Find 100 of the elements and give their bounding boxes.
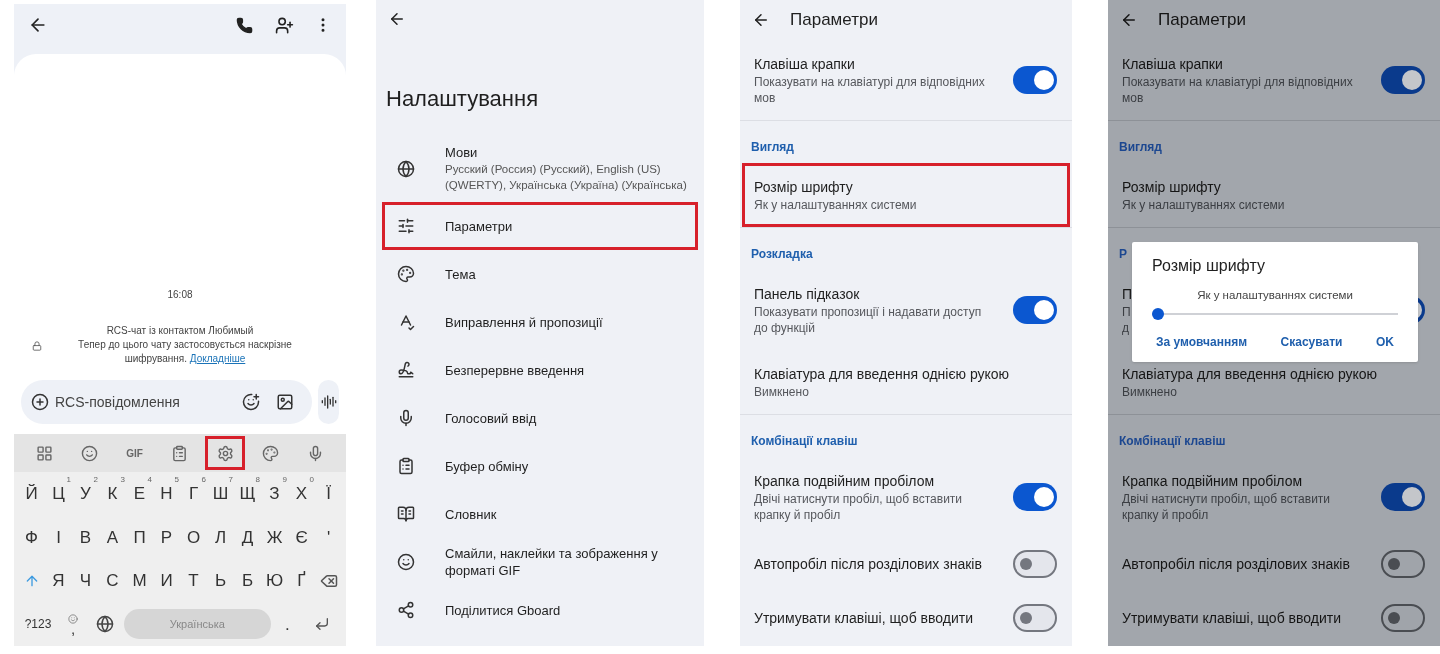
add-person-icon[interactable] <box>275 15 294 35</box>
symbols-key[interactable]: ?123 <box>18 602 58 646</box>
back-icon[interactable] <box>752 11 770 29</box>
settings-item[interactable]: Параметри <box>382 202 698 250</box>
key-hint: 4 <box>147 476 152 484</box>
key[interactable]: Г 6 <box>180 472 207 516</box>
key[interactable]: Д <box>234 515 261 559</box>
slider-thumb[interactable] <box>1152 308 1164 320</box>
toggle-switch[interactable] <box>1013 604 1057 632</box>
key[interactable]: Ф <box>18 515 45 559</box>
gif-button[interactable]: GIF <box>114 436 155 470</box>
settings-item[interactable]: Безперервне введення <box>382 346 698 394</box>
settings-row[interactable]: Клавіша крапки Показувати на клавіатурі для відповідних мов <box>742 40 1070 120</box>
key[interactable]: . <box>272 602 302 646</box>
key[interactable]: Ь <box>207 559 234 603</box>
toggle-switch[interactable] <box>1381 483 1425 511</box>
key[interactable]: Ї <box>315 472 342 516</box>
settings-item[interactable]: Смайли, наклейки та зображення у форматі GIF <box>382 538 698 586</box>
section-header: Комбінації клавіш <box>1119 433 1226 449</box>
back-icon[interactable] <box>388 10 406 28</box>
key[interactable]: Т <box>180 559 207 603</box>
item-description: Русский (Россия) (Русский), English (US) (QWERTY), Українська (Україна) (Українська) <box>445 162 688 193</box>
settings-row[interactable]: Крапка подвійним пробілом Двічі натиснути пробіл, щоб вставити крапку й пробіл <box>1110 457 1438 537</box>
settings-row[interactable]: Розмір шрифту Як у налаштуваннях системи <box>742 163 1070 227</box>
section-header: Р <box>1119 246 1127 262</box>
key[interactable]: Ж <box>261 515 288 559</box>
row-title: Автопробіл після розділових знаків <box>754 555 982 574</box>
settings-row[interactable]: Клавіатура для введення однією рукою Вимкнено <box>742 350 1070 414</box>
key[interactable]: Ґ <box>288 559 315 603</box>
key[interactable]: К 3 <box>99 472 126 516</box>
settings-item[interactable]: Буфер обміну <box>382 442 698 490</box>
key[interactable]: Ц 1 <box>45 472 72 516</box>
dialog-button[interactable]: За умовчанням <box>1152 328 1252 356</box>
settings-row[interactable]: Панель підказок Показувати пропозиції і надавати доступ до функцій <box>742 270 1070 350</box>
key[interactable]: Х 0 <box>288 472 315 516</box>
settings-item[interactable]: Словник <box>382 490 698 538</box>
toggle-switch[interactable] <box>1013 483 1057 511</box>
key[interactable]: Н 5 <box>153 472 180 516</box>
message-field[interactable]: RCS-повідомлення <box>55 391 236 413</box>
settings-row[interactable]: Утримувати клавіші, щоб вводити <box>1110 591 1438 645</box>
toggle-switch[interactable] <box>1381 550 1425 578</box>
settings-row[interactable]: Автопробіл після розділових знаків <box>742 537 1070 591</box>
settings-row[interactable]: Клавіша крапки Показувати на клавіатурі для відповідних мов <box>1110 40 1438 120</box>
key[interactable]: У 2 <box>72 472 99 516</box>
row-description: Показувати на клавіатурі для відповідних мов <box>1122 74 1354 106</box>
emoji-icon[interactable] <box>242 393 260 411</box>
toggle-switch[interactable] <box>1381 604 1425 632</box>
settings-row[interactable]: Утримувати клавіші, щоб вводити <box>742 591 1070 645</box>
key[interactable]: О <box>180 515 207 559</box>
key[interactable]: Є <box>288 515 315 559</box>
key[interactable]: Б <box>234 559 261 603</box>
key[interactable]: ' <box>315 515 342 559</box>
learn-more-link[interactable]: Докладніше <box>189 353 246 364</box>
voice-button[interactable] <box>318 380 339 424</box>
settings-row[interactable]: Крапка подвійним пробілом Двічі натиснути пробіл, щоб вставити крапку й пробіл <box>742 457 1070 537</box>
settings-item[interactable]: Поділитися Gboard <box>382 586 698 634</box>
toggle-switch[interactable] <box>1013 66 1057 94</box>
section-header: Вигляд <box>1119 139 1162 155</box>
emoji-icon <box>68 614 78 625</box>
settings-row[interactable]: Розмір шрифту Як у налаштуваннях системи <box>1110 163 1438 227</box>
compose-bar[interactable]: RCS-повідомлення <box>21 380 312 424</box>
sliders-icon <box>397 217 415 235</box>
back-icon[interactable] <box>1120 11 1138 29</box>
key[interactable]: Я <box>45 559 72 603</box>
key[interactable]: З 9 <box>261 472 288 516</box>
settings-item[interactable]: Тема <box>382 250 698 298</box>
toggle-switch[interactable] <box>1013 296 1057 324</box>
toggle-switch[interactable] <box>1381 66 1425 94</box>
settings-item[interactable]: Голосовий ввід <box>382 394 698 442</box>
key[interactable]: П <box>126 515 153 559</box>
key[interactable]: Л <box>207 515 234 559</box>
dialog-button[interactable]: OK <box>1372 328 1398 356</box>
key[interactable]: Ч <box>72 559 99 603</box>
key[interactable]: І <box>45 515 72 559</box>
settings-item[interactable]: Виправлення й пропозиції <box>382 298 698 346</box>
toggle-switch[interactable] <box>1013 550 1057 578</box>
settings-row[interactable]: Автопробіл після розділових знаків <box>1110 537 1438 591</box>
key[interactable]: И <box>153 559 180 603</box>
key[interactable]: С <box>99 559 126 603</box>
comma-key[interactable]: , <box>58 602 88 646</box>
phone-icon[interactable] <box>236 16 253 34</box>
key[interactable]: А <box>99 515 126 559</box>
key[interactable]: Щ 8 <box>234 472 261 516</box>
row-title: Клавіша крапки <box>1122 55 1223 74</box>
key[interactable]: Й <box>18 472 45 516</box>
chat-info-title: RCS-чат із контактом Любимый <box>106 324 254 338</box>
dialog-button[interactable]: Скасувати <box>1276 328 1347 356</box>
palette-icon <box>397 265 415 283</box>
key[interactable]: В <box>72 515 99 559</box>
settings-button[interactable] <box>205 436 246 470</box>
key[interactable]: Ю <box>261 559 288 603</box>
key-hint: 6 <box>201 476 206 484</box>
key[interactable]: Р <box>153 515 180 559</box>
key[interactable]: М <box>126 559 153 603</box>
settings-item[interactable]: Мови Русский (Россия) (Русский), English (US) (QWERTY), Українська (Україна) (Українська) <box>382 135 698 202</box>
add-icon[interactable] <box>31 393 49 411</box>
key[interactable]: Ш 7 <box>207 472 234 516</box>
image-icon[interactable] <box>276 393 294 411</box>
key[interactable]: Е 4 <box>126 472 153 516</box>
slider[interactable] <box>1152 308 1398 320</box>
